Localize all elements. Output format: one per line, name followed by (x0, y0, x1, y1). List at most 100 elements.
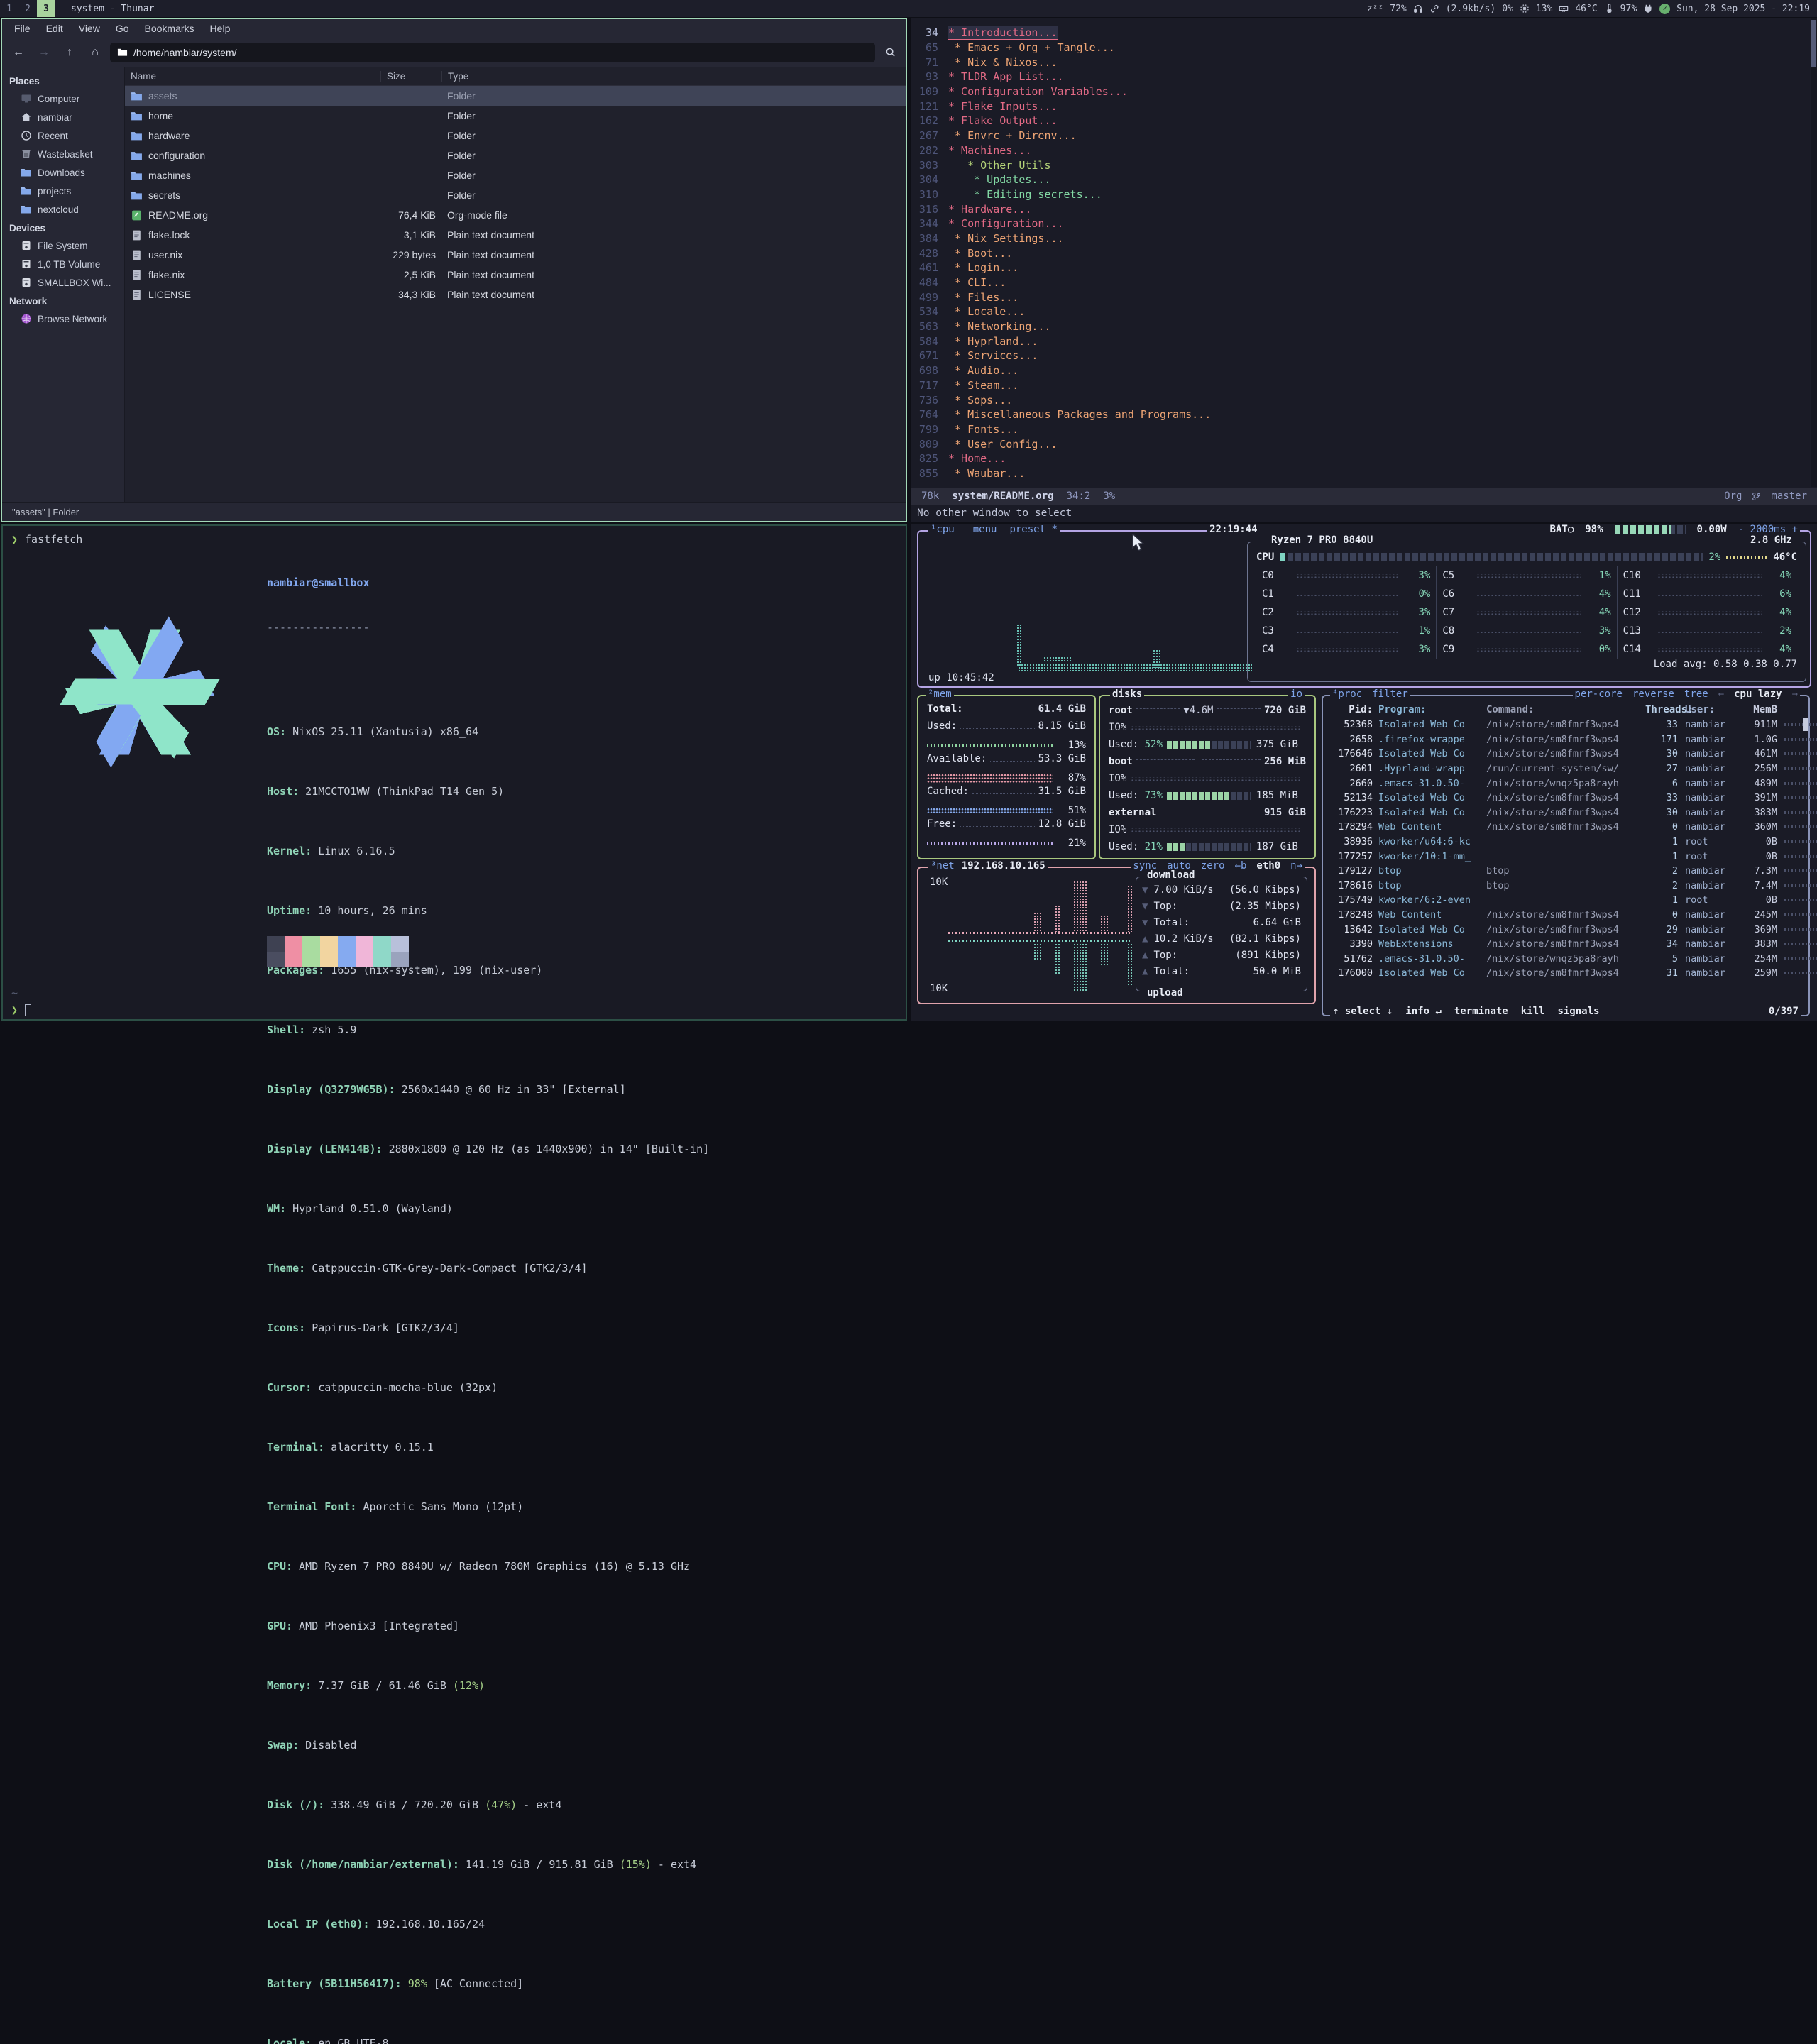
process-row[interactable]: 179127 btop btop 2 nambiar 7.3M 0.0 (1330, 864, 1803, 879)
path-field[interactable]: /home/nambiar/system/ (110, 43, 875, 62)
org-heading-line[interactable]: 310 * Editing secrets... (911, 187, 1817, 202)
org-outline[interactable]: 34 * Introduction... 65 * Emacs + Org + … (911, 18, 1817, 488)
org-heading-line[interactable]: 304 * Updates... (911, 172, 1817, 187)
sidebar-place-item[interactable]: Computer (2, 89, 124, 108)
process-row[interactable]: 178294 Web Content /nix/store/sm8fmrf3wp… (1330, 820, 1803, 835)
process-row[interactable]: 2601 .Hyprland-wrapp /run/current-system… (1330, 762, 1803, 776)
sidebar-place-item[interactable]: nextcloud (2, 200, 124, 219)
menu-item[interactable]: View (72, 21, 106, 35)
process-row[interactable]: 178248 Web Content /nix/store/sm8fmrf3wp… (1330, 908, 1803, 923)
column-header-name[interactable]: Name (125, 71, 380, 82)
forward-button[interactable]: → (33, 43, 55, 62)
file-row[interactable]: LICENSE 34,3 KiB Plain text document (125, 285, 906, 304)
menu-item[interactable]: File (8, 21, 37, 35)
menu-item[interactable]: Help (204, 21, 237, 35)
process-row[interactable]: 38936 kworker/u64:6-kc 1 root 0B 0.0 (1330, 835, 1803, 850)
proc-box-title[interactable]: ⁴proc filter (1330, 688, 1410, 700)
proc-footer[interactable]: ↑ select ↓info ↵terminatekillsignals 0/3… (1330, 1006, 1801, 1017)
sidebar-place-item[interactable]: Wastebasket (2, 145, 124, 163)
filter-button[interactable]: filter (1372, 688, 1408, 700)
back-button[interactable]: ← (8, 43, 29, 62)
sidebar-place-item[interactable]: Recent (2, 126, 124, 145)
org-heading-line[interactable]: 65 * Emacs + Org + Tangle... (911, 40, 1817, 55)
process-row[interactable]: 176223 Isolated Web Co /nix/store/sm8fmr… (1330, 806, 1803, 820)
org-heading-line[interactable]: 267 * Envrc + Direnv... (911, 128, 1817, 143)
process-row[interactable]: 52134 Isolated Web Co /nix/store/sm8fmrf… (1330, 791, 1803, 806)
file-row[interactable]: configuration Folder (125, 145, 906, 165)
search-button[interactable] (879, 43, 901, 62)
cpu-box-title[interactable]: ¹cpu menu preset * (928, 524, 1060, 535)
emacs-scrollbar[interactable] (1811, 18, 1817, 487)
workspace-button[interactable]: 3 (37, 0, 55, 17)
org-heading-line[interactable]: 534 * Locale... (911, 304, 1817, 319)
org-heading-line[interactable]: 584 * Hyprland... (911, 334, 1817, 348)
file-row[interactable]: machines Folder (125, 165, 906, 185)
column-header-type[interactable]: Type (441, 71, 906, 82)
process-row[interactable]: 13642 Isolated Web Co /nix/store/sm8fmrf… (1330, 922, 1803, 937)
up-button[interactable]: ↑ (59, 43, 80, 62)
org-heading-line[interactable]: 698 * Audio... (911, 363, 1817, 378)
menu-item[interactable]: Edit (40, 21, 70, 35)
disks-io-button[interactable]: io (1288, 688, 1305, 700)
disks-box-title[interactable]: disks (1110, 688, 1144, 700)
org-heading-line[interactable]: 799 * Fonts... (911, 422, 1817, 437)
column-header-size[interactable]: Size (380, 71, 441, 82)
org-heading-line[interactable]: 484 * CLI... (911, 275, 1817, 290)
process-row[interactable]: 2658 .firefox-wrappe /nix/store/sm8fmrf3… (1330, 732, 1803, 747)
file-row[interactable]: home Folder (125, 106, 906, 126)
process-row[interactable]: 2660 .emacs-31.0.50- /nix/store/wnqz5pa8… (1330, 776, 1803, 791)
org-heading-line[interactable]: 303 * Other Utils (911, 158, 1817, 172)
sidebar-place-item[interactable]: projects (2, 182, 124, 200)
scrollbar-thumb[interactable] (1811, 20, 1816, 67)
org-heading-line[interactable]: 109 * Configuration Variables... (911, 84, 1817, 99)
org-heading-line[interactable]: 499 * Files... (911, 290, 1817, 304)
proc-table-header[interactable]: Pid: Program: Command: Threads: User: Me… (1330, 702, 1803, 718)
workspace-button[interactable]: 1 (0, 0, 18, 17)
org-heading-line[interactable]: 71 * Nix & Nixos... (911, 55, 1817, 70)
file-row[interactable]: flake.lock 3,1 KiB Plain text document (125, 225, 906, 245)
org-heading-line[interactable]: 282 * Machines... (911, 143, 1817, 158)
process-row[interactable]: 175749 kworker/6:2-even 1 root 0B 0.0 (1330, 893, 1803, 908)
proc-footer-key[interactable]: signals (1557, 1006, 1599, 1017)
org-heading-line[interactable]: 764 * Miscellaneous Packages and Program… (911, 407, 1817, 422)
org-heading-line[interactable]: 384 * Nix Settings... (911, 231, 1817, 246)
proc-footer-key[interactable]: info ↵ (1405, 1006, 1442, 1017)
sidebar-network-item[interactable]: Browse Network (2, 309, 124, 328)
process-row[interactable]: 176000 Isolated Web Co /nix/store/sm8fmr… (1330, 966, 1803, 981)
process-row[interactable]: 52368 Isolated Web Co /nix/store/sm8fmrf… (1330, 718, 1803, 732)
preset-button[interactable]: preset * (1009, 524, 1057, 535)
org-heading-line[interactable]: 736 * Sops... (911, 392, 1817, 407)
menu-button[interactable]: menu (973, 524, 997, 535)
workspace-button[interactable]: 2 (18, 0, 37, 17)
sidebar-device-item[interactable]: 1,0 TB Volume (2, 255, 124, 273)
org-heading-line[interactable]: 809 * User Config... (911, 436, 1817, 451)
proc-footer-key[interactable]: ↑ select ↓ (1333, 1006, 1393, 1017)
menu-item[interactable]: Go (109, 21, 136, 35)
file-row[interactable]: README.org 76,4 KiB Org-mode file (125, 205, 906, 225)
process-row[interactable]: 3390 WebExtensions /nix/store/sm8fmrf3wp… (1330, 937, 1803, 952)
shell-prompt[interactable]: ❯ (11, 1004, 31, 1016)
interval-control[interactable]: - 2000ms + (1738, 524, 1798, 535)
process-row[interactable]: 51762 .emacs-31.0.50- /nix/store/wnqz5pa… (1330, 952, 1803, 967)
volume-value[interactable]: 72% (1390, 4, 1406, 14)
proc-footer-key[interactable]: kill (1521, 1006, 1545, 1017)
process-row[interactable]: 176646 Isolated Web Co /nix/store/sm8fmr… (1330, 747, 1803, 762)
org-heading-line[interactable]: 93 * TLDR App List... (911, 70, 1817, 84)
org-heading-line[interactable]: 428 * Boot... (911, 246, 1817, 260)
org-heading-line[interactable]: 461 * Login... (911, 260, 1817, 275)
org-heading-line[interactable]: 717 * Steam... (911, 378, 1817, 393)
home-button[interactable]: ⌂ (84, 43, 106, 62)
org-heading-line[interactable]: 825 * Home... (911, 451, 1817, 466)
file-row[interactable]: secrets Folder (125, 185, 906, 205)
process-row[interactable]: 178616 btop btop 2 nambiar 7.4M 0.0 (1330, 879, 1803, 894)
org-heading-line[interactable]: 162 * Flake Output... (911, 114, 1817, 128)
org-heading-line[interactable]: 121 * Flake Inputs... (911, 99, 1817, 114)
file-row[interactable]: assets Folder (125, 86, 906, 106)
sidebar-place-item[interactable]: nambiar (2, 108, 124, 126)
proc-footer-key[interactable]: terminate (1454, 1006, 1508, 1017)
org-heading-line[interactable]: 344 * Configuration... (911, 216, 1817, 231)
sidebar-device-item[interactable]: SMALLBOX Wi... (2, 273, 124, 292)
org-heading-line[interactable]: 563 * Networking... (911, 319, 1817, 334)
sidebar-device-item[interactable]: File System (2, 236, 124, 255)
proc-options[interactable]: per-core reverse tree ← cpu lazy → (1573, 688, 1800, 700)
